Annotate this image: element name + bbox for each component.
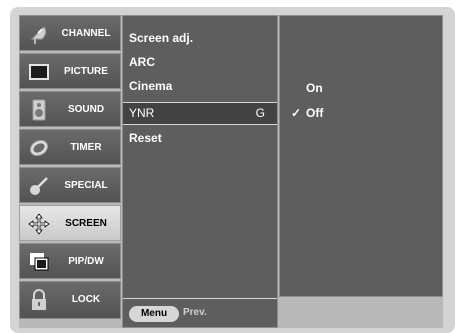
tv-screen-icon: [29, 64, 49, 80]
menu-button[interactable]: Menu: [129, 306, 179, 322]
submenu-item-screen-adj[interactable]: Screen adj.: [123, 26, 277, 50]
prev-label: Prev.: [183, 307, 207, 318]
category-label: SCREEN: [65, 218, 107, 229]
submenu-arrow-indicator: G: [255, 106, 265, 120]
submenu-label: Screen adj.: [129, 31, 194, 45]
guitar-icon: [30, 177, 48, 195]
option-label: On: [306, 81, 323, 95]
category-label: TIMER: [70, 142, 102, 153]
submenu-item-reset[interactable]: Reset: [123, 126, 277, 150]
category-label: PIP/DW: [68, 256, 104, 267]
submenu-item-arc[interactable]: ARC: [123, 50, 277, 74]
category-special[interactable]: SPECIAL: [19, 167, 121, 203]
category-label: SPECIAL: [64, 180, 108, 191]
satellite-dish-icon: [30, 26, 47, 44]
option-label: Off: [306, 106, 324, 120]
check-icon: ✓: [291, 106, 302, 120]
ynr-options: On ✓ Off: [279, 15, 443, 297]
submenu-footer: Menu Prev.: [123, 298, 277, 327]
clock-icon: [29, 139, 49, 157]
category-lock[interactable]: LOCK: [19, 281, 121, 319]
category-label: PICTURE: [64, 66, 108, 77]
speaker-icon: [32, 99, 46, 121]
padlock-icon: [32, 289, 46, 310]
submenu-item-ynr[interactable]: YNR G: [123, 102, 277, 125]
submenu-label: YNR: [129, 106, 155, 120]
pip-windows-icon: [30, 253, 49, 271]
category-channel[interactable]: CHANNEL: [19, 15, 121, 51]
submenu-label: Reset: [129, 131, 162, 145]
category-sound[interactable]: SOUND: [19, 91, 121, 127]
category-menu: CHANNEL PICTURE SOUND TIMER SPECIAL SCRE…: [19, 15, 121, 328]
category-label: LOCK: [71, 294, 101, 305]
option-on[interactable]: On: [306, 81, 323, 95]
option-off[interactable]: ✓ Off: [291, 106, 324, 120]
category-timer[interactable]: TIMER: [19, 129, 121, 165]
category-label: SOUND: [67, 104, 105, 115]
category-picture[interactable]: PICTURE: [19, 53, 121, 89]
submenu-label: Cinema: [129, 79, 173, 93]
arrows-cross-icon: [28, 213, 50, 235]
category-pip[interactable]: PIP/DW: [19, 243, 121, 279]
category-screen[interactable]: SCREEN: [19, 205, 121, 241]
submenu-item-cinema[interactable]: Cinema: [123, 74, 277, 98]
category-label: CHANNEL: [61, 28, 111, 39]
submenu-label: ARC: [129, 55, 155, 69]
screen-submenu: Screen adj. ARC Cinema YNR G Reset Menu …: [122, 15, 278, 328]
